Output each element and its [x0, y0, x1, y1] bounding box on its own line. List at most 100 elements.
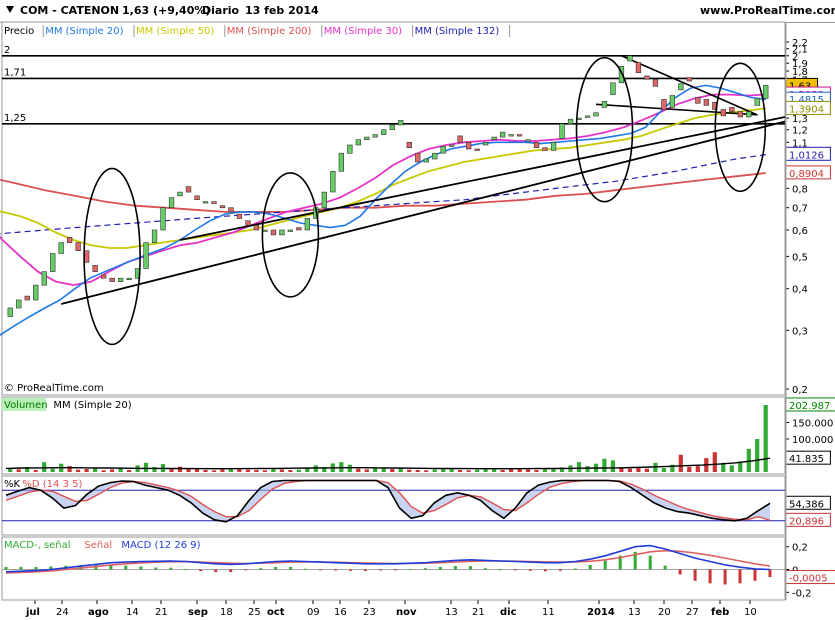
volume-bar	[483, 469, 488, 472]
x-tick-label: oct	[267, 607, 285, 618]
volume-bar	[254, 470, 259, 472]
macd-histogram-bar	[588, 565, 592, 570]
price-candle	[525, 139, 531, 142]
volume-bar	[534, 470, 539, 472]
panel-frame-macd	[1, 536, 786, 601]
volume-legend-item: MM (Simple 20)	[53, 400, 131, 411]
macd-histogram-bar	[319, 569, 323, 571]
volume-bar	[542, 469, 548, 472]
volume-bar	[373, 468, 378, 472]
price-candle	[746, 111, 752, 118]
level-label: 1,25	[4, 113, 26, 124]
price-candle	[177, 191, 183, 197]
volume-bar	[127, 470, 132, 472]
volume-bar	[678, 454, 683, 472]
macd-histogram-bar	[543, 569, 547, 572]
volume-bar	[398, 468, 403, 472]
price-candle	[296, 227, 302, 231]
volume-bar	[627, 468, 632, 472]
price-candle	[550, 142, 557, 151]
macd-histogram-bar	[19, 567, 23, 570]
x-tick-label: ago	[88, 607, 109, 618]
volume-bar	[143, 462, 149, 472]
price-candle	[678, 83, 684, 91]
x-tick-label: 18	[220, 607, 233, 618]
macd-histogram-bar	[214, 569, 218, 572]
volume-bar	[211, 470, 217, 472]
x-tick-label: 21	[472, 607, 485, 618]
price-candle	[253, 225, 260, 231]
price-candle	[737, 111, 743, 118]
price-candle	[228, 207, 234, 213]
chart-canvas[interactable]: 2,22,121,91,81,71,61,51,41,31,21,110,90,…	[0, 0, 835, 620]
volume-bar	[42, 462, 47, 472]
macd-histogram-bar	[169, 567, 173, 570]
stoch-legend-item: %D (14 3 5)	[22, 479, 82, 490]
macd-histogram-bar	[4, 567, 8, 570]
volume-bar	[585, 466, 590, 472]
price-candle	[669, 95, 675, 108]
volume-bar	[763, 405, 768, 472]
macd-last-value-label: -0,0005	[789, 574, 828, 585]
stoch-last-value-label: 54,386	[789, 499, 824, 510]
x-tick-label: 10	[744, 607, 757, 618]
volume-bar	[695, 466, 700, 472]
macd-histogram-bar	[513, 569, 517, 571]
macd-histogram-bar	[468, 566, 472, 570]
price-tick-label: 0,3	[792, 326, 808, 337]
volume-bar	[712, 452, 717, 472]
volume-bar	[458, 470, 463, 472]
volume-last-value-label: 41.835	[789, 454, 824, 465]
volume-bar	[110, 469, 115, 472]
volume-bar	[271, 469, 276, 472]
volume-bar	[610, 460, 615, 472]
price-candle	[652, 79, 659, 87]
macd-histogram-bar	[364, 569, 367, 571]
volume-bar	[602, 458, 607, 472]
macd-histogram-bar	[678, 569, 682, 575]
stoch-legend-item: %K	[4, 479, 21, 490]
volume-bar	[33, 470, 38, 472]
macd-histogram-bar	[483, 568, 487, 570]
x-tick-label: 13	[445, 607, 458, 618]
macd-histogram-bar	[438, 567, 442, 570]
price-candle	[440, 146, 446, 154]
price-legend-item: Precio	[4, 26, 34, 37]
price-candle	[92, 265, 98, 272]
volume-bar	[67, 466, 72, 472]
volume-bar	[525, 469, 531, 472]
price-tick-label: 0,8	[792, 184, 808, 195]
macd-legend-item: MACD-, señal	[4, 540, 71, 551]
price-candle	[219, 205, 226, 209]
x-tick-label: 11	[542, 607, 555, 618]
price-candle	[559, 123, 565, 139]
macd-legend-item: MACD (12 26 9)	[121, 540, 200, 551]
price-candle	[703, 99, 709, 106]
volume-bar	[661, 468, 666, 472]
price-candle	[381, 129, 387, 135]
price-candle	[432, 152, 438, 160]
x-tick-label: 23	[363, 607, 376, 618]
macd-histogram-bar	[723, 569, 727, 585]
volume-bar	[619, 468, 624, 472]
x-tick-label: sep	[188, 607, 208, 618]
x-tick-label: 25	[248, 607, 261, 618]
macd-histogram-bar	[304, 568, 308, 570]
price-candle	[185, 186, 192, 193]
macd-histogram-bar	[424, 568, 427, 570]
x-tick-label: 14	[126, 607, 139, 618]
volume-bar	[245, 469, 250, 472]
price-candle	[406, 142, 412, 149]
price-legend-item: MM (Simple 20)	[45, 26, 123, 37]
price-candle	[279, 229, 285, 236]
x-tick-label: 13	[628, 607, 641, 618]
volume-bar	[576, 462, 582, 472]
x-tick-label: feb	[711, 607, 729, 618]
price-candle	[330, 171, 336, 193]
volume-bar	[101, 470, 106, 472]
macd-histogram-bar	[244, 569, 248, 571]
macd-histogram-bar	[289, 567, 293, 570]
x-tick-label: 09	[307, 607, 320, 618]
macd-histogram-bar	[498, 569, 502, 571]
volume-bar	[194, 469, 200, 472]
